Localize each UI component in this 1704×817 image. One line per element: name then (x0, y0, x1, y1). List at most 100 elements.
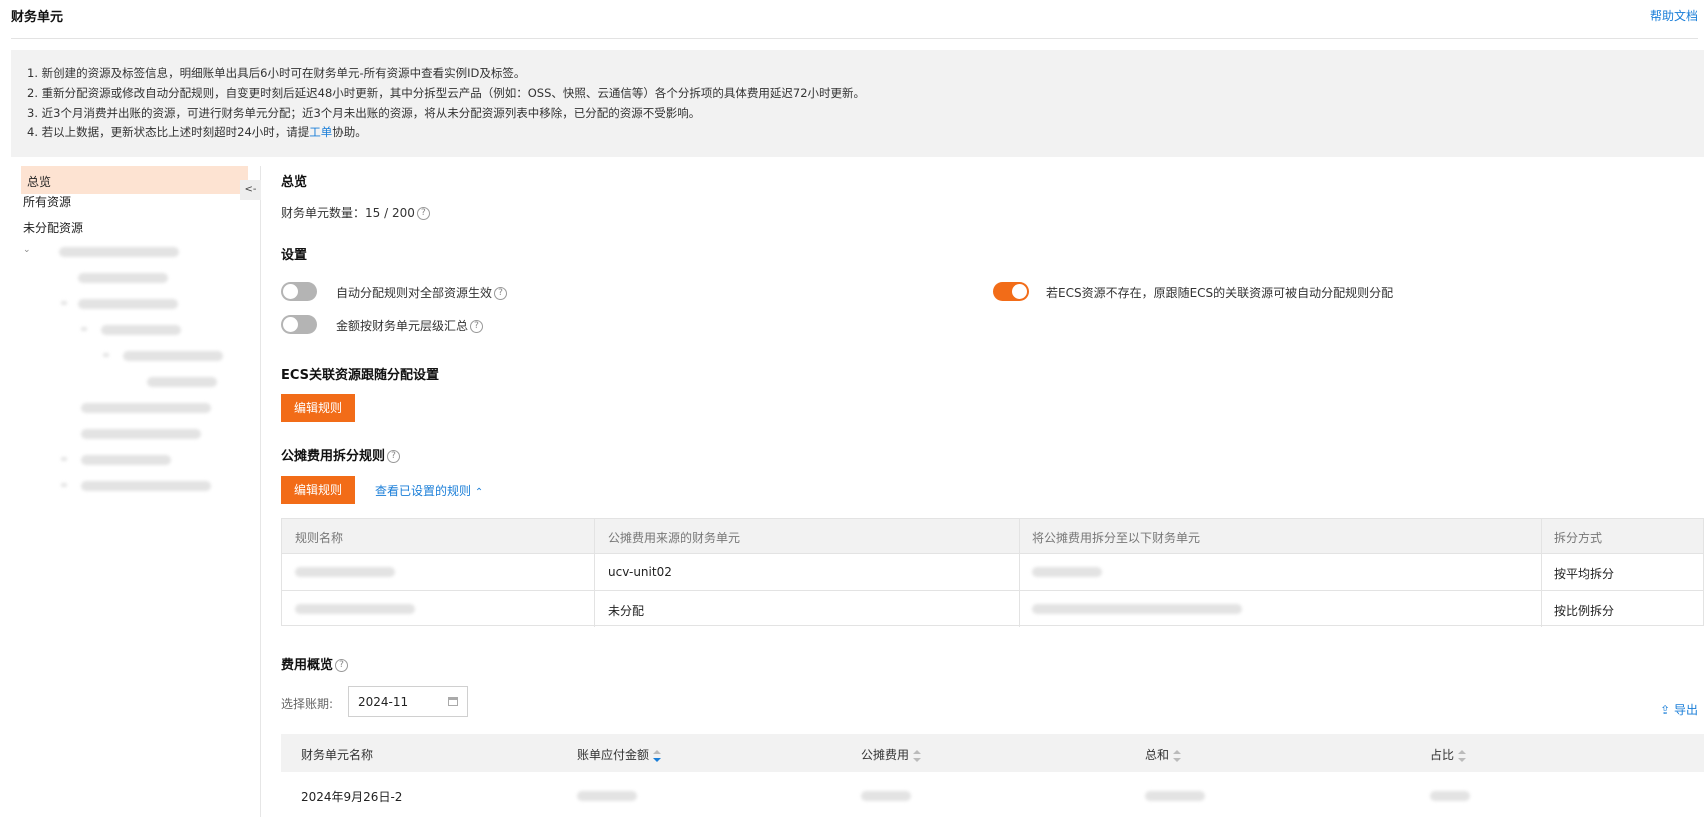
redacted-text (1145, 791, 1205, 801)
help-circle-icon[interactable]: ? (416, 207, 430, 220)
overview-title: 总览 (281, 175, 308, 190)
redacted-text (61, 483, 67, 487)
redacted-text (147, 377, 217, 387)
notice-box: 1. 新创建的资源及标签信息，明细账单出具后6小时可在财务单元-所有资源中查看实… (11, 50, 1704, 157)
redacted-text (61, 301, 67, 305)
export-label: 导出 (1673, 703, 1698, 717)
split-section-title: 公摊费用拆分规则? (281, 445, 401, 464)
col-target-units: 将公摊费用拆分至以下财务单元 (1032, 531, 1201, 545)
tree-row[interactable] (23, 454, 253, 466)
title-divider (11, 38, 1698, 39)
row-divider (282, 590, 1703, 591)
help-circle-icon[interactable]: ? (387, 450, 401, 463)
redacted-text (78, 299, 178, 309)
tree-row[interactable] (23, 298, 253, 310)
unit-count: 财务单元数量：15 / 200? (281, 204, 430, 221)
fee-table-header: 财务单元名称 账单应付金额 公摊费用 总和 占比 (281, 734, 1704, 772)
redacted-text (861, 791, 911, 801)
auto-rule-label: 自动分配规则对全部资源生效? (336, 284, 508, 301)
fee-section-title: 费用概览? (281, 654, 349, 673)
redacted-text (103, 353, 109, 357)
split-edit-rule-button[interactable]: 编辑规则 (281, 476, 355, 504)
toggle-knob (283, 284, 298, 299)
redacted-text (101, 325, 181, 335)
ecs-section-title: ECS关联资源跟随分配设置 (281, 368, 440, 383)
row-source-unit: ucv-unit02 (608, 565, 672, 579)
auto-rule-label-text: 自动分配规则对全部资源生效 (336, 286, 493, 300)
sidebar: 总览 所有资源 未分配资源 ⌄ (11, 166, 261, 817)
sidebar-item-overview[interactable]: 总览 (21, 166, 248, 194)
tree-row[interactable] (23, 376, 253, 388)
row-split-method: 按比例拆分 (1554, 604, 1615, 618)
sort-icon[interactable] (1173, 749, 1182, 762)
tree-row[interactable] (23, 272, 253, 284)
help-circle-icon[interactable]: ? (335, 659, 349, 672)
col-payable-text: 账单应付金额 (577, 748, 650, 762)
ecs-follow-toggle[interactable] (993, 282, 1029, 301)
chevron-down-icon[interactable]: ⌄ (23, 245, 31, 255)
view-rules-link-text[interactable]: 查看已设置的规则 (375, 484, 471, 498)
export-button[interactable]: ⇪ 导出 (1660, 701, 1698, 718)
notice-line-4-prefix: 4. 若以上数据，更新状态比上述时刻超时24小时，请提 (27, 125, 310, 140)
help-docs-link[interactable]: 帮助文档 (1650, 7, 1698, 24)
redacted-text (295, 567, 395, 577)
sort-icon[interactable] (913, 749, 922, 762)
col-split-method: 拆分方式 (1554, 531, 1603, 545)
amount-summary-toggle[interactable] (281, 315, 317, 334)
redacted-text (61, 457, 67, 461)
row-source-unit: 未分配 (608, 604, 645, 618)
help-circle-icon[interactable]: ? (470, 320, 484, 333)
notice-line-4: 4. 若以上数据，更新状态比上述时刻超时24小时，请提工单协助。 (27, 123, 1704, 143)
sort-icon[interactable] (1458, 749, 1467, 762)
col-ratio[interactable]: 占比 (1430, 746, 1467, 763)
fee-section-title-text: 费用概览 (281, 658, 334, 673)
period-label: 选择账期: (281, 697, 334, 711)
help-circle-icon[interactable]: ? (494, 287, 508, 300)
notice-line-3: 3. 近3个月消费并出账的资源，可进行财务单元分配；近3个月未出账的资源，将从未… (27, 105, 701, 120)
ticket-link[interactable]: 工单 (309, 125, 332, 139)
period-date-picker[interactable]: 2024-11 (348, 686, 468, 717)
redacted-text (577, 791, 637, 801)
tree-row[interactable] (23, 428, 253, 440)
tree-row[interactable]: ⌄ (23, 245, 253, 258)
auto-rule-toggle[interactable] (281, 282, 317, 301)
redacted-text (123, 351, 223, 361)
toggle-knob (283, 317, 298, 332)
split-section-title-text: 公摊费用拆分规则 (281, 449, 386, 464)
chevron-up-icon: ⌃ (474, 487, 484, 498)
tree-row[interactable] (23, 402, 253, 414)
redacted-text (295, 604, 415, 614)
col-source-unit: 公摊费用来源的财务单元 (608, 531, 741, 545)
sidebar-item-all-resources[interactable]: 所有资源 (23, 193, 71, 210)
col-rule-name: 规则名称 (295, 531, 344, 545)
redacted-text (78, 273, 168, 283)
ecs-follow-label: 若ECS资源不存在，原跟随ECS的关联资源可被自动分配规则分配 (1046, 286, 1394, 300)
tree-row[interactable] (23, 324, 253, 336)
row-divider (282, 553, 1703, 554)
collapse-sidebar-button[interactable]: <- (240, 180, 261, 200)
unit-count-value: 15 / 200 (365, 206, 415, 220)
amount-summary-label-text: 金额按财务单元层级汇总 (336, 319, 469, 333)
redacted-text (1032, 604, 1242, 614)
sidebar-item-unallocated[interactable]: 未分配资源 (23, 219, 83, 236)
ecs-edit-rule-button[interactable]: 编辑规则 (281, 394, 355, 422)
col-divider (594, 519, 595, 627)
col-divider (1541, 519, 1542, 627)
notice-line-4-suffix: 协助。 (332, 125, 367, 140)
split-rules-table: 规则名称 公摊费用来源的财务单元 将公摊费用拆分至以下财务单元 拆分方式 ucv… (281, 518, 1704, 627)
calendar-icon (448, 697, 458, 706)
tree-row[interactable] (23, 350, 253, 362)
redacted-text (81, 327, 87, 331)
col-total[interactable]: 总和 (1145, 746, 1182, 763)
export-icon: ⇪ (1660, 703, 1671, 717)
redacted-text (81, 481, 211, 491)
col-payable[interactable]: 账单应付金额 (577, 746, 662, 763)
amount-summary-label: 金额按财务单元层级汇总? (336, 317, 484, 334)
redacted-text (59, 247, 179, 257)
view-rules-link[interactable]: 查看已设置的规则 ⌃ (375, 482, 483, 499)
sort-icon[interactable] (653, 749, 662, 762)
redacted-text (1032, 567, 1102, 577)
col-shared-fee[interactable]: 公摊费用 (861, 746, 922, 763)
tree-row[interactable] (23, 480, 253, 492)
col-unit-name: 财务单元名称 (301, 748, 374, 762)
